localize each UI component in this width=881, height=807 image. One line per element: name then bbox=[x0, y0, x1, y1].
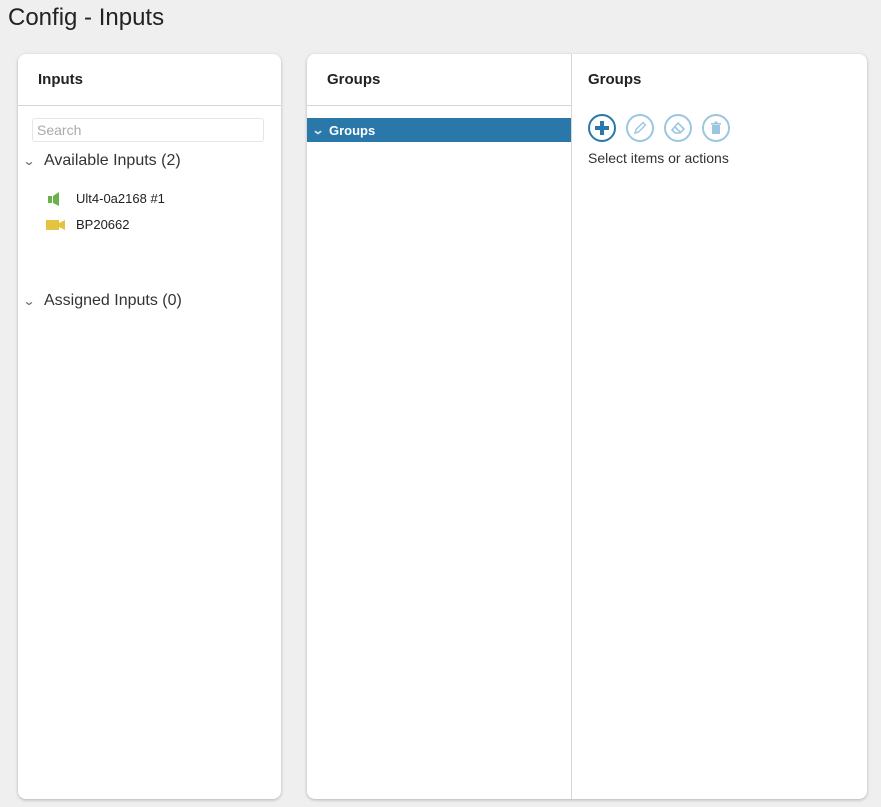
tree-item-groups[interactable]: ⌄ Groups bbox=[307, 118, 571, 142]
groups-panel: Groups ⌄ Groups Groups Select items or a… bbox=[307, 54, 867, 799]
available-inputs-label: Available Inputs (2) bbox=[44, 152, 181, 169]
page-title: Config - Inputs bbox=[8, 4, 165, 31]
chevron-down-icon[interactable]: ⌄ bbox=[23, 154, 36, 168]
list-item-input-ult4[interactable]: Ult4-0a2168 #1 bbox=[46, 191, 165, 206]
add-group-button[interactable] bbox=[588, 114, 616, 142]
groups-actions-column: Groups Select items or actions bbox=[572, 54, 867, 799]
list-item-input-bp20662[interactable]: BP20662 bbox=[46, 217, 130, 232]
edit-icon bbox=[633, 121, 647, 135]
video-camera-icon bbox=[46, 219, 65, 230]
add-icon bbox=[595, 121, 609, 135]
clear-group-button[interactable] bbox=[664, 114, 692, 142]
input-label: Ult4-0a2168 #1 bbox=[76, 191, 165, 206]
groups-tree-column: Groups ⌄ Groups bbox=[307, 54, 572, 799]
edit-group-button[interactable] bbox=[626, 114, 654, 142]
chevron-down-icon[interactable]: ⌄ bbox=[312, 123, 325, 137]
delete-icon bbox=[711, 121, 721, 134]
audio-icon bbox=[48, 191, 59, 206]
search-input[interactable] bbox=[32, 118, 264, 142]
input-label: BP20662 bbox=[76, 217, 130, 232]
tree-item-label: Groups bbox=[329, 122, 376, 138]
groups-tree-header: Groups bbox=[307, 54, 571, 106]
groups-actions-header: Groups bbox=[588, 71, 642, 88]
inputs-panel: Inputs ⌄ Available Inputs (2) Ult4-0a216… bbox=[18, 54, 281, 799]
assigned-inputs-label: Assigned Inputs (0) bbox=[44, 292, 182, 309]
action-toolbar bbox=[588, 114, 730, 142]
available-inputs-section[interactable]: ⌄ Available Inputs (2) bbox=[23, 152, 181, 170]
assigned-inputs-section[interactable]: ⌄ Assigned Inputs (0) bbox=[23, 292, 182, 310]
chevron-down-icon[interactable]: ⌄ bbox=[23, 294, 36, 308]
delete-group-button[interactable] bbox=[702, 114, 730, 142]
action-hint: Select items or actions bbox=[588, 150, 729, 166]
clear-icon bbox=[670, 121, 686, 134]
inputs-panel-header: Inputs bbox=[18, 54, 281, 106]
